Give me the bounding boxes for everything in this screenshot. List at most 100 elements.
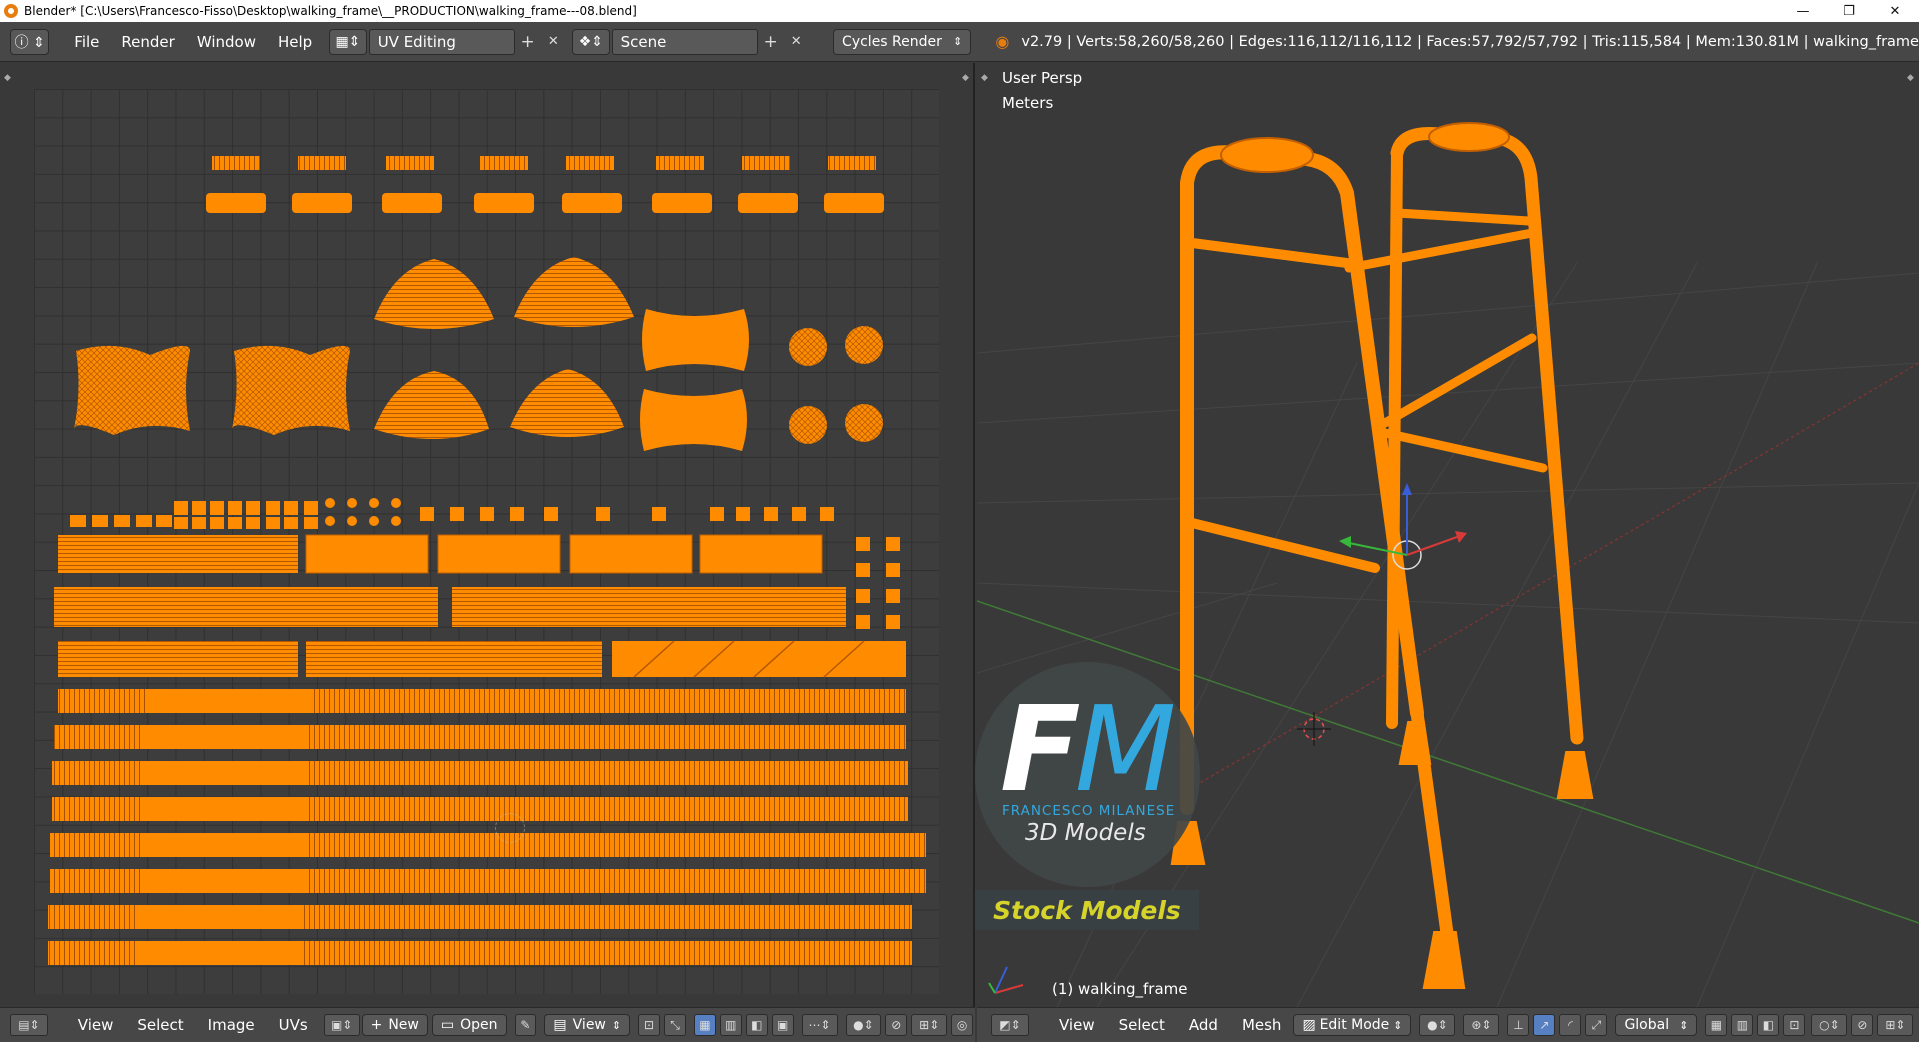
3d-cursor-icon[interactable] <box>1297 712 1331 746</box>
screen-layout-browse-button[interactable]: ▦⇕ <box>329 28 367 55</box>
pivot-center-icon[interactable]: ⊛⇕ <box>1463 1014 1500 1036</box>
scene-browse-button[interactable]: ❖⇕ <box>572 28 610 55</box>
watermark-name: FRANCESCO MILANESE <box>1002 803 1176 819</box>
open-image-button[interactable]: ▭ Open <box>431 1014 507 1036</box>
scale-manipulator-icon[interactable]: ⤢ <box>1585 1014 1608 1036</box>
image-editor-icon: ▤⇕ <box>18 1018 40 1032</box>
editor-type-3d-button[interactable]: ◩⇕ <box>991 1014 1029 1036</box>
uv-editor-header: ▤⇕ View Select Image UVs ▣⇕ + New ▭ Open ✎… <box>0 1007 975 1042</box>
manipulator-toggle-icon[interactable]: ⊥ <box>1507 1014 1530 1036</box>
vp-menu-view[interactable]: View <box>1047 1016 1107 1034</box>
remove-screen-icon[interactable]: ✕ <box>540 29 566 55</box>
editor-type-info-button[interactable]: ⓘ ⇕ <box>10 28 50 55</box>
uv-bar-strips <box>48 534 926 965</box>
blender-logo-icon <box>4 4 18 18</box>
active-object-label: (1) walking_frame <box>1052 980 1188 998</box>
select-vertex-mode-icon[interactable]: ▦ <box>1705 1014 1728 1036</box>
select-island-icon[interactable]: ▣ <box>771 1014 794 1036</box>
image-icon: ▣⇕ <box>330 1018 353 1032</box>
uv-menu-uvs[interactable]: UVs <box>267 1016 320 1034</box>
select-face-mode-icon[interactable]: ◧ <box>1757 1014 1780 1036</box>
dropdown-arrows-icon: ⇕ <box>953 35 963 48</box>
window-titlebar: Blender* [C:\Users\Francesco-Fisso\Deskt… <box>0 0 1919 22</box>
uv-menu-image[interactable]: Image <box>196 1016 267 1034</box>
uv-cap-row <box>206 156 884 213</box>
select-vertex-icon[interactable]: ▦ <box>693 1014 716 1036</box>
view-mode-icon: ▤ <box>553 1017 567 1033</box>
2d-cursor-icon[interactable] <box>495 813 525 843</box>
area-split-icon[interactable]: ◆ <box>4 73 11 83</box>
add-screen-icon[interactable]: + <box>515 29 541 55</box>
info-icon: ⓘ ⇕ <box>14 34 45 51</box>
proportional-editing-icon[interactable]: ○⇕ <box>1811 1014 1848 1036</box>
uv-sync-icon[interactable]: ⊡ <box>638 1014 661 1036</box>
area-split-icon[interactable]: ◆ <box>962 73 969 83</box>
menu-window[interactable]: Window <box>186 29 267 55</box>
x-axis-line <box>1096 362 1919 844</box>
3d-view-icon: ◩⇕ <box>999 1018 1021 1032</box>
viewport-header: ◩⇕ View Select Add Mesh ▨ Edit Mode ⇕ ●⇕ ⊛… <box>977 1007 1919 1042</box>
proportional-edit-icon[interactable]: ●⇕ <box>845 1014 882 1036</box>
transform-manipulator[interactable] <box>1339 483 1467 570</box>
add-scene-icon[interactable]: + <box>758 29 784 55</box>
remove-scene-icon[interactable]: ✕ <box>783 29 809 55</box>
render-engine-select[interactable]: Cycles Render ⇕ <box>833 28 972 55</box>
folder-icon: ▭ <box>440 1017 455 1033</box>
uv-islands[interactable] <box>34 89 939 994</box>
plus-icon: + <box>370 1017 383 1033</box>
layout-grid-icon: ▦⇕ <box>335 33 361 50</box>
scene-stats: v2.79 | Verts:58,260/58,260 | Edges:116,… <box>1021 33 1919 50</box>
uv-menu-view[interactable]: View <box>66 1016 126 1034</box>
rotate-manipulator-icon[interactable]: ◜ <box>1559 1014 1582 1036</box>
open-image-label: Open <box>460 1017 498 1033</box>
watermark-logo: FM <box>1000 690 1176 808</box>
vp-menu-mesh[interactable]: Mesh <box>1230 1016 1294 1034</box>
uv-fan-shapes <box>374 257 634 439</box>
watermark-logo-f: F <box>1000 680 1081 818</box>
select-edge-mode-icon[interactable]: ▥ <box>1731 1014 1754 1036</box>
uv-menu-select[interactable]: Select <box>125 1016 195 1034</box>
snap-element-icon[interactable]: ⊞⇕ <box>1877 1014 1914 1036</box>
vp-menu-select[interactable]: Select <box>1107 1016 1177 1034</box>
sticky-select-icon[interactable]: ◎ <box>951 1014 974 1036</box>
menu-render[interactable]: Render <box>110 29 185 55</box>
menu-file[interactable]: File <box>63 29 110 55</box>
pin-icon: ✎ <box>520 1018 531 1032</box>
uv-select-mode-icon[interactable]: ⤡ <box>664 1014 686 1036</box>
pivot-point-icon[interactable]: ⋯⇕ <box>801 1014 838 1036</box>
select-edge-icon[interactable]: ▥ <box>719 1014 742 1036</box>
editor-type-uv-button[interactable]: ▤⇕ <box>10 1014 48 1036</box>
view-name-label: User Persp <box>1002 69 1083 87</box>
snap-icon[interactable]: ⊘ <box>885 1014 908 1036</box>
snap-target-icon[interactable]: ⊞⇕ <box>911 1014 948 1036</box>
mode-select[interactable]: ▨ Edit Mode ⇕ <box>1293 1014 1412 1036</box>
blender-icon: ◉ <box>995 32 1010 51</box>
walking-frame-mesh[interactable] <box>1170 122 1594 989</box>
screen-layout-field[interactable]: UV Editing <box>368 28 515 55</box>
snap-toggle-icon[interactable]: ⊘ <box>1851 1014 1874 1036</box>
select-face-icon[interactable]: ◧ <box>745 1014 768 1036</box>
orientation-axes-icon <box>988 966 1024 994</box>
menu-help[interactable]: Help <box>267 29 323 55</box>
dropdown-arrows-icon: ⇕ <box>1393 1018 1403 1032</box>
maximize-button[interactable]: ❐ <box>1826 0 1872 22</box>
close-button[interactable]: ✕ <box>1872 0 1918 22</box>
edit-mode-icon: ▨ <box>1302 1017 1316 1033</box>
uv-grid[interactable] <box>34 89 939 994</box>
scene-field[interactable]: Scene <box>611 28 758 55</box>
scene-icon: ❖⇕ <box>578 33 603 50</box>
dropdown-arrows-icon: ⇕ <box>611 1018 622 1032</box>
uv-image-editor[interactable]: ◆ ◆ <box>0 63 975 1007</box>
pin-image-button[interactable]: ✎ <box>514 1014 537 1036</box>
watermark-subtitle: 3D Models <box>1025 820 1146 846</box>
watermark-logo-m: M <box>1074 680 1177 818</box>
transform-orientation-select[interactable]: Global ⇕ <box>1615 1014 1698 1036</box>
viewport-shading-icon[interactable]: ●⇕ <box>1419 1014 1456 1036</box>
new-image-button[interactable]: + New <box>361 1014 428 1036</box>
image-browse-button[interactable]: ▣⇕ <box>323 1014 360 1036</box>
translate-manipulator-icon[interactable]: ↗ <box>1533 1014 1556 1036</box>
vp-menu-add[interactable]: Add <box>1177 1016 1230 1034</box>
view-mode-select[interactable]: ▤ View ⇕ <box>544 1014 631 1036</box>
minimize-button[interactable]: — <box>1780 0 1826 22</box>
occlude-geometry-icon[interactable]: ⊡ <box>1783 1014 1806 1036</box>
